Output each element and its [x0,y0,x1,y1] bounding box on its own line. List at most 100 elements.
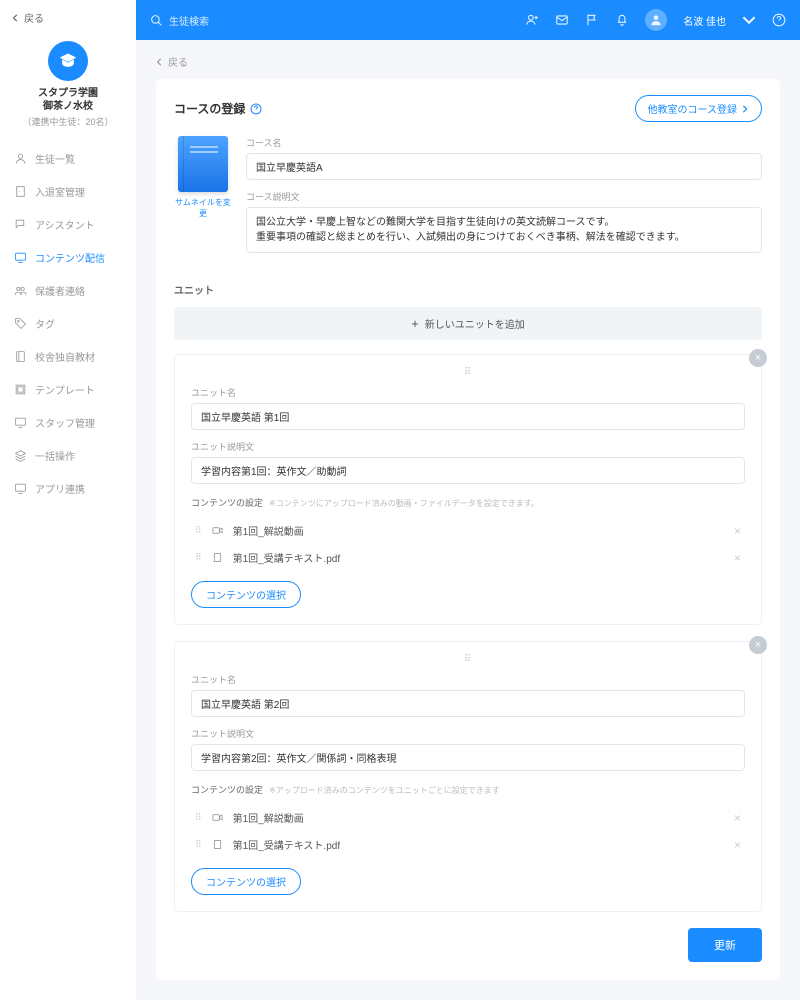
video-icon [211,525,224,536]
assistant-icon [14,218,27,231]
sidebar-item-7[interactable]: テンプレート [0,373,136,406]
content-setting-label: コンテンツの設定※コンテンツにアップロード済みの動画・ファイルデータを設定できま… [191,496,745,509]
unit-desc-input[interactable] [191,744,745,771]
user-icon [14,152,27,165]
username: 名波 佳也 [683,13,726,28]
drag-handle-icon[interactable]: ⠿ [191,654,745,665]
help-icon[interactable] [250,103,262,115]
change-thumbnail-link[interactable]: サムネイルを変更 [174,197,232,219]
search-input[interactable]: 生徒検索 [150,13,515,28]
unit-name-input[interactable] [191,690,745,717]
remove-unit-button[interactable]: × [749,636,767,654]
select-content-button[interactable]: コンテンツの選択 [191,581,301,608]
remove-content-button[interactable]: × [734,551,741,565]
batch-icon [14,449,27,462]
remove-content-button[interactable]: × [734,811,741,825]
staff-icon [14,416,27,429]
search-icon [150,14,163,27]
sidebar-item-label: コンテンツ配信 [35,250,105,265]
sidebar-item-label: 保護者連絡 [35,283,85,298]
sidebar-item-2[interactable]: アシスタント [0,208,136,241]
school-student-count: （連携中生徒：20名） [6,115,130,128]
chevron-right-icon [741,105,749,113]
drag-handle-icon[interactable]: ⠿ [195,839,202,850]
sidebar-item-4[interactable]: 保護者連絡 [0,274,136,307]
add-user-icon[interactable] [525,13,539,27]
sidebar-item-5[interactable]: タグ [0,307,136,340]
page-title: コースの登録 [174,100,262,117]
flag-icon[interactable] [585,13,599,27]
unit-block: × ⠿ ユニット名 ユニット説明文 コンテンツの設定※アップロード済みのコンテン… [174,641,762,912]
sidebar-item-9[interactable]: 一括操作 [0,439,136,472]
sidebar-item-0[interactable]: 生徒一覧 [0,142,136,175]
sidebar-item-label: タグ [35,316,55,331]
content-item: ⠿ 第1回_受講テキスト.pdf × [191,544,745,571]
content-back-label: 戻る [168,54,188,69]
select-content-button[interactable]: コンテンツの選択 [191,868,301,895]
sidebar-item-label: 生徒一覧 [35,151,75,166]
unit-desc-input[interactable] [191,457,745,484]
mail-icon[interactable] [555,13,569,27]
sidebar-item-6[interactable]: 校舎独自教材 [0,340,136,373]
sidebar-item-3[interactable]: コンテンツ配信 [0,241,136,274]
drag-handle-icon[interactable]: ⠿ [195,525,202,536]
sidebar-item-label: アプリ連携 [35,481,85,496]
file-icon [211,552,224,563]
graduation-cap-icon [58,51,78,71]
school-info: スタプラ学園 御茶ノ水校 （連携中生徒：20名） [0,87,136,142]
main: 生徒検索 名波 佳也 戻る [136,0,800,1000]
content-item: ⠿ 第1回_受講テキスト.pdf × [191,831,745,858]
sidebar-back-label: 戻る [24,10,44,25]
remove-content-button[interactable]: × [734,838,741,852]
other-room-course-button[interactable]: 他教室のコース登録 [635,95,763,122]
sidebar-item-label: 一括操作 [35,448,75,463]
book-icon [14,350,27,363]
unit-name-input[interactable] [191,403,745,430]
sidebar-item-label: スタッフ管理 [35,415,95,430]
unit-block: × ⠿ ユニット名 ユニット説明文 コンテンツの設定※コンテンツにアップロード済… [174,354,762,625]
drag-handle-icon[interactable]: ⠿ [195,552,202,563]
sidebar-item-label: 入退室管理 [35,184,85,199]
unit-desc-label: ユニット説明文 [191,440,745,453]
content-area: 戻る コースの登録 他教室のコース登録 サムネイルを変 [136,40,800,1000]
door-icon [14,185,27,198]
sidebar-item-label: アシスタント [35,217,95,232]
sidebar-item-label: テンプレート [35,382,95,397]
school-logo [48,41,88,81]
content-back[interactable]: 戻る [156,54,780,69]
sidebar-item-10[interactable]: アプリ連携 [0,472,136,505]
sidebar-item-label: 校舎独自教材 [35,349,95,364]
sidebar-item-8[interactable]: スタッフ管理 [0,406,136,439]
people-icon [14,284,27,297]
course-name-label: コース名 [246,136,762,149]
sidebar-item-1[interactable]: 入退室管理 [0,175,136,208]
topbar: 生徒検索 名波 佳也 [136,0,800,40]
unit-section-title: ユニット [174,282,762,297]
bell-icon[interactable] [615,13,629,27]
update-button[interactable]: 更新 [688,928,762,962]
remove-unit-button[interactable]: × [749,349,767,367]
content-item-name: 第1回_解説動画 [233,810,304,825]
sidebar-back[interactable]: 戻る [0,10,136,33]
add-unit-button[interactable]: + 新しいユニットを追加 [174,307,762,340]
chevron-left-icon [12,14,20,22]
app-icon [14,482,27,495]
course-desc-label: コース説明文 [246,190,762,203]
drag-handle-icon[interactable]: ⠿ [195,812,202,823]
help-icon[interactable] [772,13,786,27]
course-name-input[interactable] [246,153,762,180]
thumbnail: サムネイルを変更 [174,136,232,266]
content-item: ⠿ 第1回_解説動画 × [191,517,745,544]
course-desc-input[interactable]: 国公立大学・早慶上智などの難関大学を目指す生徒向けの英文読解コースです。 重要事… [246,207,762,253]
avatar[interactable] [645,9,667,31]
search-placeholder: 生徒検索 [169,13,209,28]
content-item-name: 第1回_解説動画 [233,523,304,538]
drag-handle-icon[interactable]: ⠿ [191,367,745,378]
remove-content-button[interactable]: × [734,524,741,538]
template-icon [14,383,27,396]
content-item: ⠿ 第1回_解説動画 × [191,804,745,831]
chevron-down-icon[interactable] [742,13,756,27]
chevron-left-icon [156,58,164,66]
thumbnail-image [178,136,228,192]
unit-name-label: ユニット名 [191,673,745,686]
